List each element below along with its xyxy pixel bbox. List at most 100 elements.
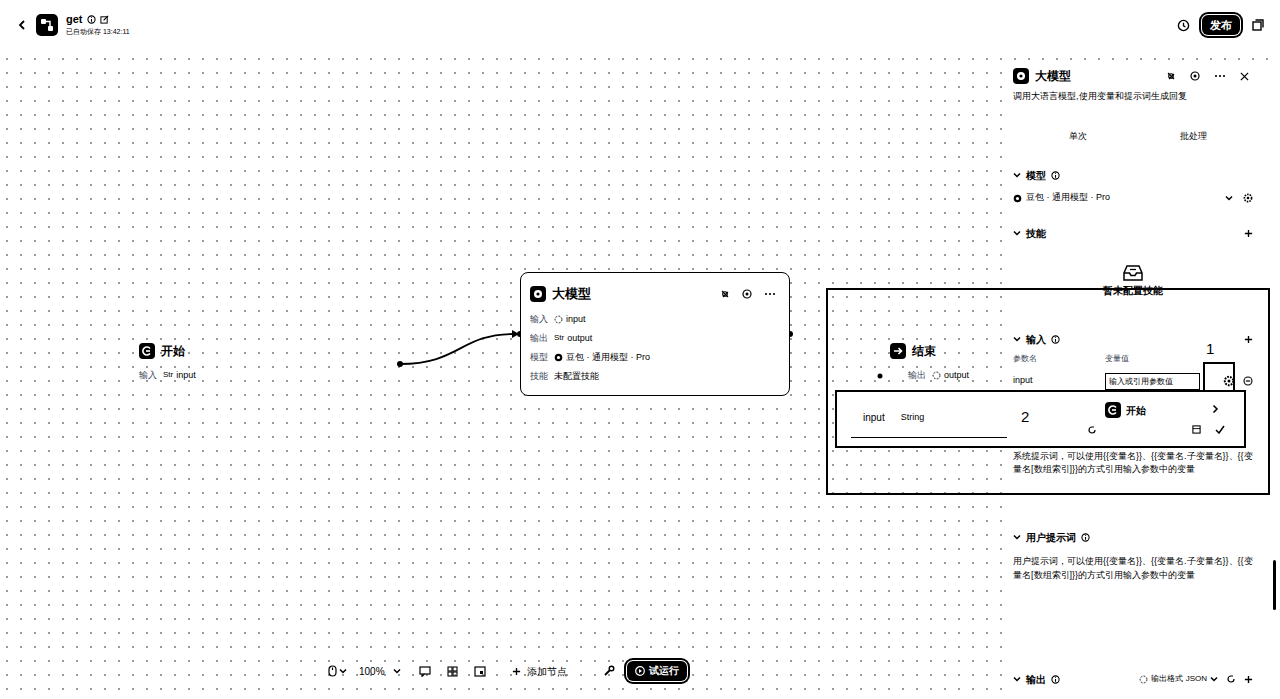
dropdown-icon [339, 667, 347, 675]
debug-icon[interactable] [1166, 71, 1176, 81]
minimap-icon[interactable] [474, 666, 486, 677]
heading-label: 输入 [1013, 332, 1060, 347]
top-right: 发布 [1177, 13, 1264, 35]
llm-node[interactable]: 大模型输入input输出Stroutput模型豆包 · 通用模型 · Pro技能… [520, 272, 790, 396]
annotation-label: 2 [1021, 408, 1029, 426]
section-title: 输出 [1026, 672, 1046, 687]
more-icon[interactable] [1214, 71, 1226, 81]
section-title: 输入 [1026, 332, 1046, 347]
add-node-label: 添加节点 [527, 664, 567, 679]
collapse-icon[interactable] [1013, 675, 1021, 683]
add-icon[interactable] [1244, 335, 1253, 344]
collapse-icon[interactable] [1013, 229, 1021, 237]
value-text: 豆包 · 通用模型 · Pro [566, 351, 650, 363]
start-icon [139, 343, 155, 359]
heading-label: 模型 [1013, 168, 1060, 183]
variable-option[interactable]: inputString [851, 398, 1007, 438]
more-icon[interactable] [764, 289, 776, 299]
panel-description: 调用大语言模型,使用变量和提示词生成回复 [1013, 90, 1253, 106]
app-logo-icon [36, 14, 58, 36]
node-row: 技能未配置技能 [530, 370, 780, 382]
test-run-button[interactable]: 试运行 [627, 661, 687, 681]
info-icon[interactable] [87, 15, 96, 24]
comment-icon[interactable] [419, 666, 431, 677]
param-value-input[interactable] [1105, 373, 1200, 390]
publish-button[interactable]: 发布 [1202, 15, 1240, 35]
collapse-icon[interactable] [1013, 335, 1021, 343]
mode-tab[interactable]: 批处理 [1170, 126, 1217, 148]
settings-icon[interactable] [1243, 193, 1253, 203]
value-text: 未配置技能 [554, 370, 599, 382]
expand-icon[interactable] [1211, 404, 1219, 414]
panel-icon[interactable] [1192, 425, 1201, 434]
edit-icon[interactable] [100, 15, 109, 24]
interaction-mode[interactable] [328, 665, 347, 677]
add-node-button[interactable]: 添加节点 [512, 664, 567, 679]
variable-icon [554, 315, 563, 324]
locate-icon[interactable] [1190, 71, 1200, 81]
check-icon[interactable] [1215, 425, 1225, 434]
node-row: 输出output [908, 369, 969, 381]
skills-heading: 技能 [1013, 222, 1253, 244]
mode-tabs: 单次 批处理 [1013, 118, 1253, 156]
user-prompt-input[interactable]: 用户提示词，可以使用{{变量名}}、{{变量名.子变量名}}、{{变量名[数组索… [1013, 554, 1253, 582]
node-row: 输入 input [530, 313, 780, 325]
refresh-icon[interactable] [1087, 425, 1097, 435]
input-columns: 参数名变量值 [1013, 350, 1253, 368]
node-header: 结束 [890, 343, 969, 359]
heading-label: 用户提示词 [1013, 530, 1090, 545]
format-select[interactable]: 输出格式 JSON [1139, 673, 1218, 685]
title-group: get已自动保存 13:42:11 [66, 13, 130, 37]
type-tag: Str [163, 369, 173, 381]
user-prompt-heading: 用户提示词 [1013, 526, 1253, 548]
value-text: output [944, 369, 969, 381]
section-title: 技能 [1026, 226, 1046, 241]
back-icon[interactable] [16, 19, 28, 31]
param-name[interactable]: input [1013, 374, 1105, 388]
panel-actions [1166, 71, 1253, 81]
mouse-icon [328, 665, 337, 677]
add-icon[interactable] [1244, 675, 1253, 684]
llm-icon [1013, 68, 1029, 84]
row-value: Strinput [163, 369, 196, 381]
model-value: 豆包 · 通用模型 · Pro [1013, 191, 1110, 205]
dropdown-icon[interactable] [1225, 194, 1233, 202]
layout-icon[interactable] [447, 666, 458, 677]
variable-icon [932, 371, 941, 380]
panel-title: 大模型 [1035, 67, 1071, 85]
row-label: 模型 [530, 351, 548, 363]
remove-icon[interactable] [1243, 376, 1253, 386]
info-icon [1081, 533, 1090, 542]
row-label: 输出 [530, 332, 548, 344]
start-node[interactable]: 开始输入Strinput [139, 343, 196, 381]
collapse-icon[interactable] [1013, 171, 1021, 179]
zoom-level: 100% [359, 664, 385, 679]
close-icon[interactable] [1240, 72, 1249, 81]
debug-icon[interactable] [720, 289, 730, 299]
refresh-icon[interactable] [1226, 674, 1236, 684]
row-actions [1223, 375, 1253, 387]
add-icon[interactable] [1244, 229, 1253, 238]
locate-icon[interactable] [742, 289, 752, 299]
system-prompt-input[interactable]: 系统提示词，可以使用{{变量名}}、{{变量名.子变量名}}、{{变量名[数组索… [1013, 450, 1253, 476]
history-icon[interactable] [1177, 19, 1190, 32]
zoom-select[interactable]: 100% [359, 664, 401, 679]
mode-tab[interactable]: 单次 [1059, 126, 1097, 148]
model-icon [554, 353, 563, 362]
model-heading: 模型 [1013, 164, 1253, 186]
row-label: 输入 [530, 313, 548, 325]
wrench-icon[interactable] [603, 665, 615, 677]
test-run-label: 试运行 [649, 664, 679, 678]
row-value: input [554, 313, 586, 325]
window-icon[interactable] [1252, 19, 1264, 31]
annotation-label: 1 [1206, 340, 1214, 358]
gear-icon[interactable] [1223, 375, 1235, 387]
source-node[interactable]: 开始 [1105, 402, 1146, 418]
scrollbar[interactable] [1273, 560, 1276, 610]
collapse-icon[interactable] [1013, 533, 1021, 541]
model-select[interactable]: 豆包 · 通用模型 · Pro [1013, 186, 1253, 210]
inputs-heading: 输入 [1013, 328, 1253, 350]
node-actions [720, 289, 780, 299]
end-node[interactable]: 结束输出output [890, 343, 969, 381]
workflow-title: get [66, 13, 83, 26]
